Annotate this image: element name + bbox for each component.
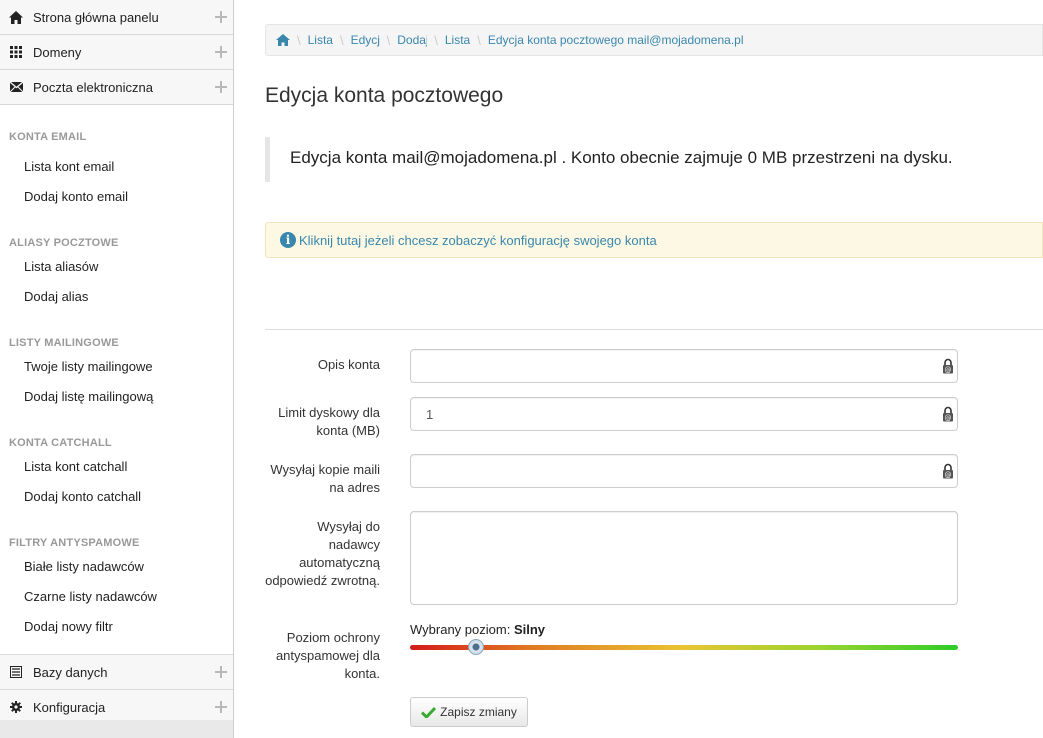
sidebar-item-domains[interactable]: Domeny bbox=[0, 35, 233, 70]
submenu-link-mailing-lists[interactable]: Twoje listy mailingowe bbox=[0, 352, 233, 382]
breadcrumb-separator: \ bbox=[339, 32, 344, 48]
checkmark-icon bbox=[421, 706, 437, 718]
spam-slider-handle[interactable] bbox=[467, 639, 484, 655]
save-button[interactable]: Zapisz zmiany bbox=[410, 697, 528, 727]
breadcrumb-current: Edycja konta pocztowego mail@mojadomena.… bbox=[487, 33, 744, 47]
expand-icon[interactable] bbox=[215, 11, 227, 23]
submenu-header: ALIASY POCZTOWE bbox=[9, 237, 119, 249]
limit-field[interactable]: 1 @ bbox=[410, 397, 958, 431]
sidebar-item-home[interactable]: Strona główna panelu bbox=[0, 0, 233, 35]
submenu-link-alias-list[interactable]: Lista aliasów bbox=[0, 252, 233, 282]
submenu-link-email-list[interactable]: Lista kont email bbox=[0, 152, 233, 182]
lock-icon: @ bbox=[943, 358, 953, 374]
submenu-link-add-alias[interactable]: Dodaj alias bbox=[0, 282, 233, 312]
sidebar-item-label: Strona główna panelu bbox=[33, 9, 159, 25]
autoreply-label: Wysyłaj do nadawcy automatyczną odpowied… bbox=[265, 519, 380, 588]
submenu-link-add-email[interactable]: Dodaj konto email bbox=[0, 182, 233, 212]
spam-slider-track[interactable] bbox=[410, 645, 958, 650]
expand-icon[interactable] bbox=[215, 666, 227, 678]
submenu-header: LISTY MAILINGOWE bbox=[9, 337, 119, 349]
list-icon bbox=[9, 665, 23, 679]
lock-icon: @ bbox=[943, 463, 953, 479]
breadcrumb-separator: \ bbox=[477, 32, 481, 48]
spam-level-readout: Wybrany poziom: Silny bbox=[410, 622, 546, 637]
svg-text:@: @ bbox=[945, 414, 952, 422]
breadcrumb-item[interactable]: Dodaj bbox=[397, 33, 427, 47]
divider bbox=[265, 329, 1043, 330]
sidebar-item-databases[interactable]: Bazy danych bbox=[0, 655, 233, 690]
submenu-link-add-mailing-list[interactable]: Dodaj listę mailingową bbox=[0, 382, 233, 412]
spam-level-label: Poziom ochrony antyspamowej dla konta. bbox=[275, 630, 380, 681]
account-summary: Edycja konta mail@mojadomena.pl . Konto … bbox=[265, 137, 1043, 182]
sidebar-footer bbox=[0, 720, 233, 738]
sidebar-item-email[interactable]: Poczta elektroniczna bbox=[0, 70, 233, 105]
copy-address-field[interactable]: @ bbox=[410, 454, 958, 488]
description-field[interactable]: @ bbox=[410, 349, 958, 383]
autoreply-textarea[interactable] bbox=[410, 511, 958, 605]
svg-text:@: @ bbox=[945, 471, 952, 479]
sidebar: Strona główna panelu Domeny Poczta elekt… bbox=[0, 0, 234, 738]
submenu-link-blacklist[interactable]: Czarne listy nadawców bbox=[0, 582, 233, 612]
gear-icon bbox=[9, 700, 23, 714]
envelope-icon bbox=[9, 80, 23, 94]
sidebar-item-label: Konfiguracja bbox=[33, 699, 106, 715]
sidebar-item-label: Bazy danych bbox=[33, 664, 108, 680]
page-title: Edycja konta pocztowego bbox=[265, 84, 504, 107]
svg-text:@: @ bbox=[945, 366, 952, 374]
email-submenu: KONTA EMAIL Lista kont email Dodaj konto… bbox=[0, 105, 233, 655]
spam-level-value: Silny bbox=[513, 622, 546, 637]
home-icon[interactable] bbox=[276, 34, 290, 46]
submenu-link-catchall-list[interactable]: Lista kont catchall bbox=[0, 452, 233, 482]
save-label: Zapisz zmiany bbox=[440, 705, 517, 719]
home-icon bbox=[9, 10, 23, 24]
breadcrumb-separator: \ bbox=[434, 32, 438, 48]
submenu-link-add-filter[interactable]: Dodaj nowy filtr bbox=[0, 612, 233, 642]
limit-value: 1 bbox=[426, 406, 434, 422]
config-info-link[interactable]: i Kliknij tutaj jeżeli chcesz zobaczyć k… bbox=[265, 222, 1043, 258]
info-icon: i bbox=[280, 232, 296, 248]
grid-icon bbox=[9, 45, 23, 59]
submenu-header: KONTA CATCHALL bbox=[9, 437, 112, 449]
breadcrumb: \ Lista \ Edycj \ Dodaj \ Lista \ Edycja… bbox=[265, 24, 1043, 56]
breadcrumb-item[interactable]: Lista bbox=[445, 33, 470, 47]
sidebar-item-label: Domeny bbox=[33, 44, 82, 60]
breadcrumb-item[interactable]: Lista bbox=[308, 33, 333, 47]
info-text[interactable]: Kliknij tutaj jeżeli chcesz zobaczyć kon… bbox=[299, 233, 657, 248]
submenu-header: KONTA EMAIL bbox=[9, 131, 87, 143]
copy-label: Wysyłaj kopie maili na adres bbox=[270, 462, 380, 495]
breadcrumb-separator: \ bbox=[386, 32, 391, 48]
submenu-link-whitelist[interactable]: Białe listy nadawców bbox=[0, 552, 233, 582]
breadcrumb-item[interactable]: Edycj bbox=[351, 33, 380, 47]
expand-icon[interactable] bbox=[215, 701, 227, 713]
submenu-header: FILTRY ANTYSPAMOWE bbox=[9, 537, 140, 549]
description-label: Opis konta bbox=[317, 357, 380, 372]
breadcrumb-separator: \ bbox=[297, 32, 301, 48]
expand-icon[interactable] bbox=[215, 46, 227, 58]
expand-icon[interactable] bbox=[215, 81, 227, 93]
lock-icon: @ bbox=[943, 406, 953, 422]
sidebar-item-label: Poczta elektroniczna bbox=[33, 79, 153, 95]
submenu-link-add-catchall[interactable]: Dodaj konto catchall bbox=[0, 482, 233, 512]
limit-label: Limit dyskowy dla konta (MB) bbox=[278, 405, 380, 438]
